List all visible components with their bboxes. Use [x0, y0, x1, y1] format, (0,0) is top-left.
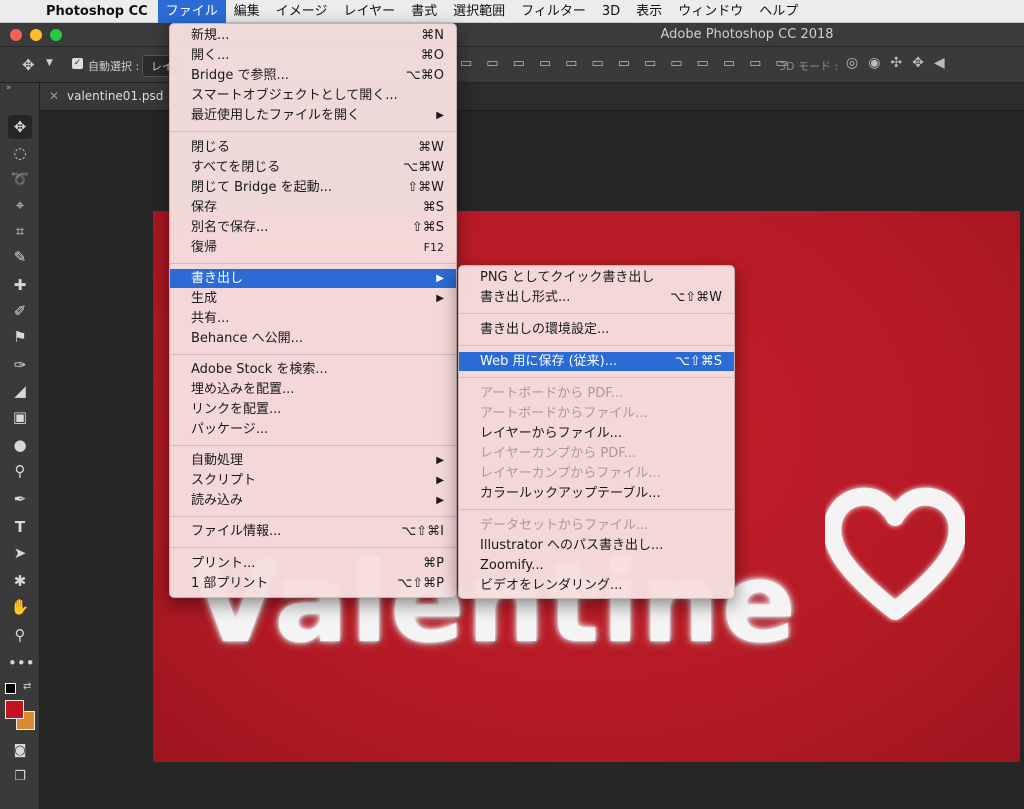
menu-select[interactable]: 選択範囲	[445, 0, 513, 23]
menu-item-layer-comps-to-files[interactable]: レイヤーカンプからファイル...	[459, 464, 734, 483]
menu-window[interactable]: ウィンドウ	[670, 0, 751, 23]
menu-item-layer-comps-to-pdf[interactable]: レイヤーカンプから PDF...	[459, 444, 734, 463]
menu-item-print[interactable]: プリント... ⌘P	[170, 554, 456, 573]
blur-tool-icon[interactable]: ●	[8, 433, 32, 457]
eraser-tool-icon[interactable]: ◢	[8, 379, 32, 403]
menu-item-search-adobe-stock[interactable]: Adobe Stock を検索...	[170, 360, 456, 379]
mode-3d-label: 3D モード :	[779, 60, 839, 73]
eyedropper-tool-icon[interactable]: ✎	[8, 245, 32, 269]
menu-item-zoomify[interactable]: Zoomify...	[459, 556, 734, 575]
menu-item-export-preferences[interactable]: 書き出しの環境設定...	[459, 320, 734, 339]
file-menu: 新規... ⌘N 開く... ⌘O Bridge で参照... ⌥⌘O スマートオブジ…	[169, 23, 457, 598]
menu-item-generate[interactable]: 生成 ▶	[170, 289, 456, 308]
menu-item-export-as[interactable]: 書き出し形式... ⌥⇧⌘W	[459, 288, 734, 307]
menu-item-place-linked[interactable]: リンクを配置...	[170, 400, 456, 419]
foreground-color-swatch[interactable]	[5, 700, 24, 719]
close-tab-icon[interactable]: ✕	[49, 83, 59, 110]
menu-item-share[interactable]: 共有...	[170, 309, 456, 328]
path-selection-tool-icon[interactable]: ➤	[8, 541, 32, 565]
menu-item-artboards-to-pdf[interactable]: アートボードから PDF...	[459, 384, 734, 403]
menu-file[interactable]: ファイル	[157, 0, 226, 23]
auto-select-label: 自動選択 :	[88, 60, 140, 73]
menu-item-export[interactable]: 書き出し ▶	[170, 269, 456, 288]
move-tool-icon[interactable]: ✥	[8, 115, 32, 139]
export-submenu: PNG としてクイック書き出し 書き出し形式... ⌥⇧⌘W 書き出しの環境設定.…	[458, 265, 735, 599]
menu-item-color-lookup-tables[interactable]: カラールックアップテーブル...	[459, 484, 734, 503]
screen-mode-icon[interactable]: ❐	[8, 765, 32, 789]
menu-layer[interactable]: レイヤー	[335, 0, 403, 23]
menu-help[interactable]: ヘルプ	[751, 0, 806, 23]
menu-item-artboards-to-files[interactable]: アートボードからファイル...	[459, 404, 734, 423]
auto-select-checkbox[interactable]: ✓	[72, 58, 83, 69]
gradient-tool-icon[interactable]: ▣	[8, 405, 32, 429]
type-tool-icon[interactable]: T	[8, 515, 32, 539]
default-colors-icon[interactable]	[5, 683, 16, 694]
menu-edit[interactable]: 編集	[226, 0, 268, 23]
menu-item-paths-to-illustrator[interactable]: Illustrator へのパス書き出し...	[459, 536, 734, 555]
menu-item-browse-bridge[interactable]: Bridge で参照... ⌥⌘O	[170, 66, 456, 85]
menu-item-close[interactable]: 閉じる ⌘W	[170, 138, 456, 157]
history-brush-tool-icon[interactable]: ✑	[8, 353, 32, 377]
panel-collapse-icon[interactable]: »	[6, 83, 12, 93]
menu-item-new[interactable]: 新規... ⌘N	[170, 26, 456, 45]
swap-colors-icon[interactable]: ⇄	[23, 681, 31, 692]
menu-item-layers-to-files[interactable]: レイヤーからファイル...	[459, 424, 734, 443]
menu-item-save-as[interactable]: 別名で保存... ⇧⌘S	[170, 218, 456, 237]
menu-item-open[interactable]: 開く... ⌘O	[170, 46, 456, 65]
document-tab-label: valentine01.psd	[67, 89, 164, 103]
menu-item-import[interactable]: 読み込み ▶	[170, 491, 456, 510]
move-tool-icon[interactable]: ✥	[22, 56, 35, 74]
dodge-tool-icon[interactable]: ⚲	[8, 459, 32, 483]
menu-bar: Photoshop CC ファイル 編集 イメージ レイヤー 書式 選択範囲 フ…	[0, 0, 1024, 23]
menu-item-share-behance[interactable]: Behance へ公開...	[170, 329, 456, 348]
lasso-tool-icon[interactable]: ➰	[8, 167, 32, 191]
shape-tool-icon[interactable]: ✱	[8, 569, 32, 593]
menu-item-render-video[interactable]: ビデオをレンダリング...	[459, 576, 734, 595]
menu-view[interactable]: 表示	[628, 0, 670, 23]
pen-tool-icon[interactable]: ✒	[8, 487, 32, 511]
crop-tool-icon[interactable]: ⌗	[8, 219, 32, 243]
menu-filter[interactable]: フィルター	[513, 0, 594, 23]
window-title: Adobe Photoshop CC 2018	[660, 27, 834, 42]
menu-item-close-go-bridge[interactable]: 閉じて Bridge を起動... ⇧⌘W	[170, 178, 456, 197]
menu-item-open-smart-object[interactable]: スマートオブジェクトとして開く...	[170, 86, 456, 105]
menu-item-revert[interactable]: 復帰 F12	[170, 238, 456, 257]
brush-tool-icon[interactable]: ✐	[8, 299, 32, 323]
app-menu[interactable]: Photoshop CC	[40, 4, 158, 19]
menu-item-automate[interactable]: 自動処理 ▶	[170, 451, 456, 470]
menu-item-place-embedded[interactable]: 埋め込みを配置...	[170, 380, 456, 399]
menu-item-file-info[interactable]: ファイル情報... ⌥⇧⌘I	[170, 522, 456, 541]
menu-item-print-one-copy[interactable]: 1 部プリント ⌥⇧⌘P	[170, 574, 456, 593]
3d-mode-icons: ◎◉✣✥◀	[846, 55, 955, 71]
menu-image[interactable]: イメージ	[268, 0, 336, 23]
menu-type[interactable]: 書式	[403, 0, 445, 23]
marquee-tool-icon[interactable]: ◌	[8, 141, 32, 165]
tools-panel: » ✥ ◌ ➰ ⌖ ⌗ ✎ ✚ ✐ ⚑ ✑ ◢ ▣ ● ⚲ ✒ T ➤ ✱ ✋ …	[0, 83, 40, 809]
heart-graphic	[825, 487, 965, 620]
menu-item-close-all[interactable]: すべてを閉じる ⌥⌘W	[170, 158, 456, 177]
window-title-bar: Adobe Photoshop CC 2018	[0, 23, 1024, 47]
menu-item-open-recent[interactable]: 最近使用したファイルを開く ▶	[170, 106, 456, 125]
tool-preset-chevron-icon[interactable]: ▼	[46, 58, 53, 68]
options-bar: ✥ ▼ ✓ 自動選択 : レイ ▭▭▭▭▭▭▭▭▭▭▭▭▭ 3D モード : ◎…	[0, 47, 1024, 83]
menu-item-scripts[interactable]: スクリプト ▶	[170, 471, 456, 490]
zoom-tool-icon[interactable]: ⚲	[8, 623, 32, 647]
menu-item-data-sets-to-files[interactable]: データセットからファイル...	[459, 516, 734, 535]
menu-item-save[interactable]: 保存 ⌘S	[170, 198, 456, 217]
menu-item-package[interactable]: パッケージ...	[170, 420, 456, 439]
quick-select-tool-icon[interactable]: ⌖	[8, 193, 32, 217]
clone-stamp-tool-icon[interactable]: ⚑	[8, 325, 32, 349]
more-tools-icon[interactable]: •••	[8, 651, 35, 675]
menu-item-save-for-web[interactable]: Web 用に保存 (従来)... ⌥⇧⌘S	[459, 352, 734, 371]
healing-brush-tool-icon[interactable]: ✚	[8, 273, 32, 297]
quick-mask-icon[interactable]: ◙	[8, 739, 32, 763]
menu-3d[interactable]: 3D	[594, 0, 628, 23]
menu-item-quick-export-png[interactable]: PNG としてクイック書き出し	[459, 268, 734, 287]
hand-tool-icon[interactable]: ✋	[8, 595, 32, 619]
align-buttons: ▭▭▭▭▭▭▭▭▭▭▭▭▭	[460, 56, 802, 71]
